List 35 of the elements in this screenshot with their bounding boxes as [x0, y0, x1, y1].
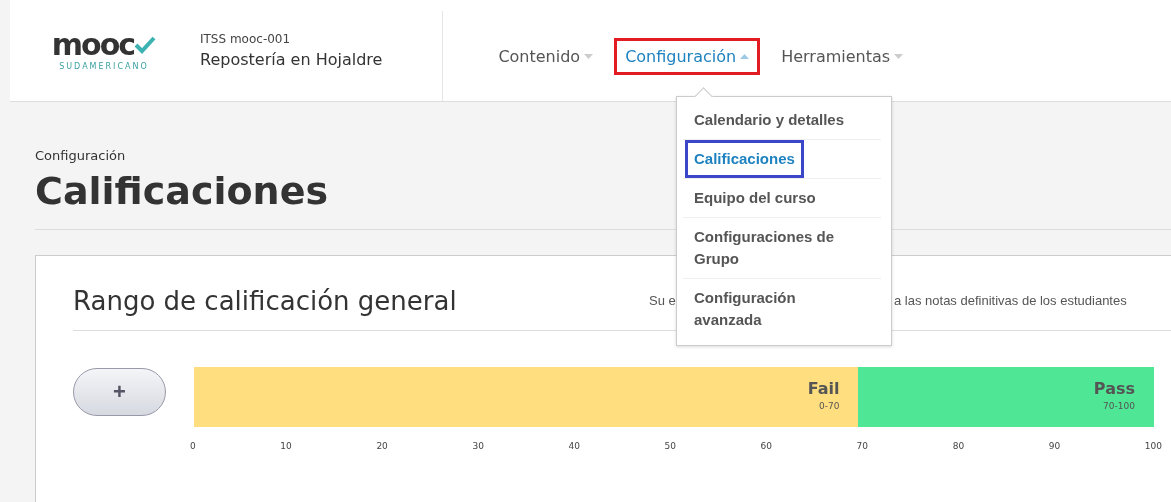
nav-menu[interactable]: Herramientas: [770, 38, 915, 75]
add-button[interactable]: +: [73, 368, 166, 416]
page-title: Calificaciones: [35, 169, 328, 213]
axis-tick: 80: [952, 441, 965, 451]
axis-tick: 90: [1048, 441, 1061, 451]
course-code: ITSS mooc-001: [200, 32, 292, 46]
caret-icon: [894, 54, 904, 59]
range-values: 0-70: [818, 401, 840, 411]
check-icon: [134, 35, 157, 54]
axis-tick: 50: [664, 441, 676, 451]
logo-subtitle: SUDAMERICANO: [59, 61, 149, 71]
logo-text: mooc: [51, 30, 135, 59]
nav-menu[interactable]: Contenido: [487, 38, 605, 75]
range-values: 70-100: [1103, 401, 1135, 411]
menu-item[interactable]: Calificaciones: [685, 140, 804, 178]
breadcrumb: Configuración: [35, 148, 126, 163]
description-text: a las notas definitivas de los estudiantes: [894, 293, 1127, 310]
axis-tick: 100: [1144, 441, 1162, 451]
axis-tick: 60: [760, 441, 772, 451]
description-text: Su e: [649, 293, 676, 310]
axis-tick: 20: [376, 441, 388, 451]
range-label: Fail: [807, 379, 840, 398]
caret-icon: [740, 54, 750, 59]
section-title: Rango de calificación general: [73, 286, 458, 316]
grade-range[interactable]: Pass 70-100: [858, 367, 1154, 427]
grade-range[interactable]: Fail 0-70: [194, 367, 859, 427]
axis-tick: 10: [280, 441, 292, 451]
caret-icon: [584, 54, 594, 59]
course-title: Repostería en Hojaldre: [200, 50, 383, 69]
axis-tick: 40: [568, 441, 580, 451]
axis-tick: 0: [190, 441, 196, 451]
axis-tick: 70: [856, 441, 869, 451]
axis-tick: 30: [472, 441, 484, 451]
range-label: Pass: [1093, 379, 1135, 398]
nav-menu[interactable]: Configuración: [614, 38, 761, 75]
